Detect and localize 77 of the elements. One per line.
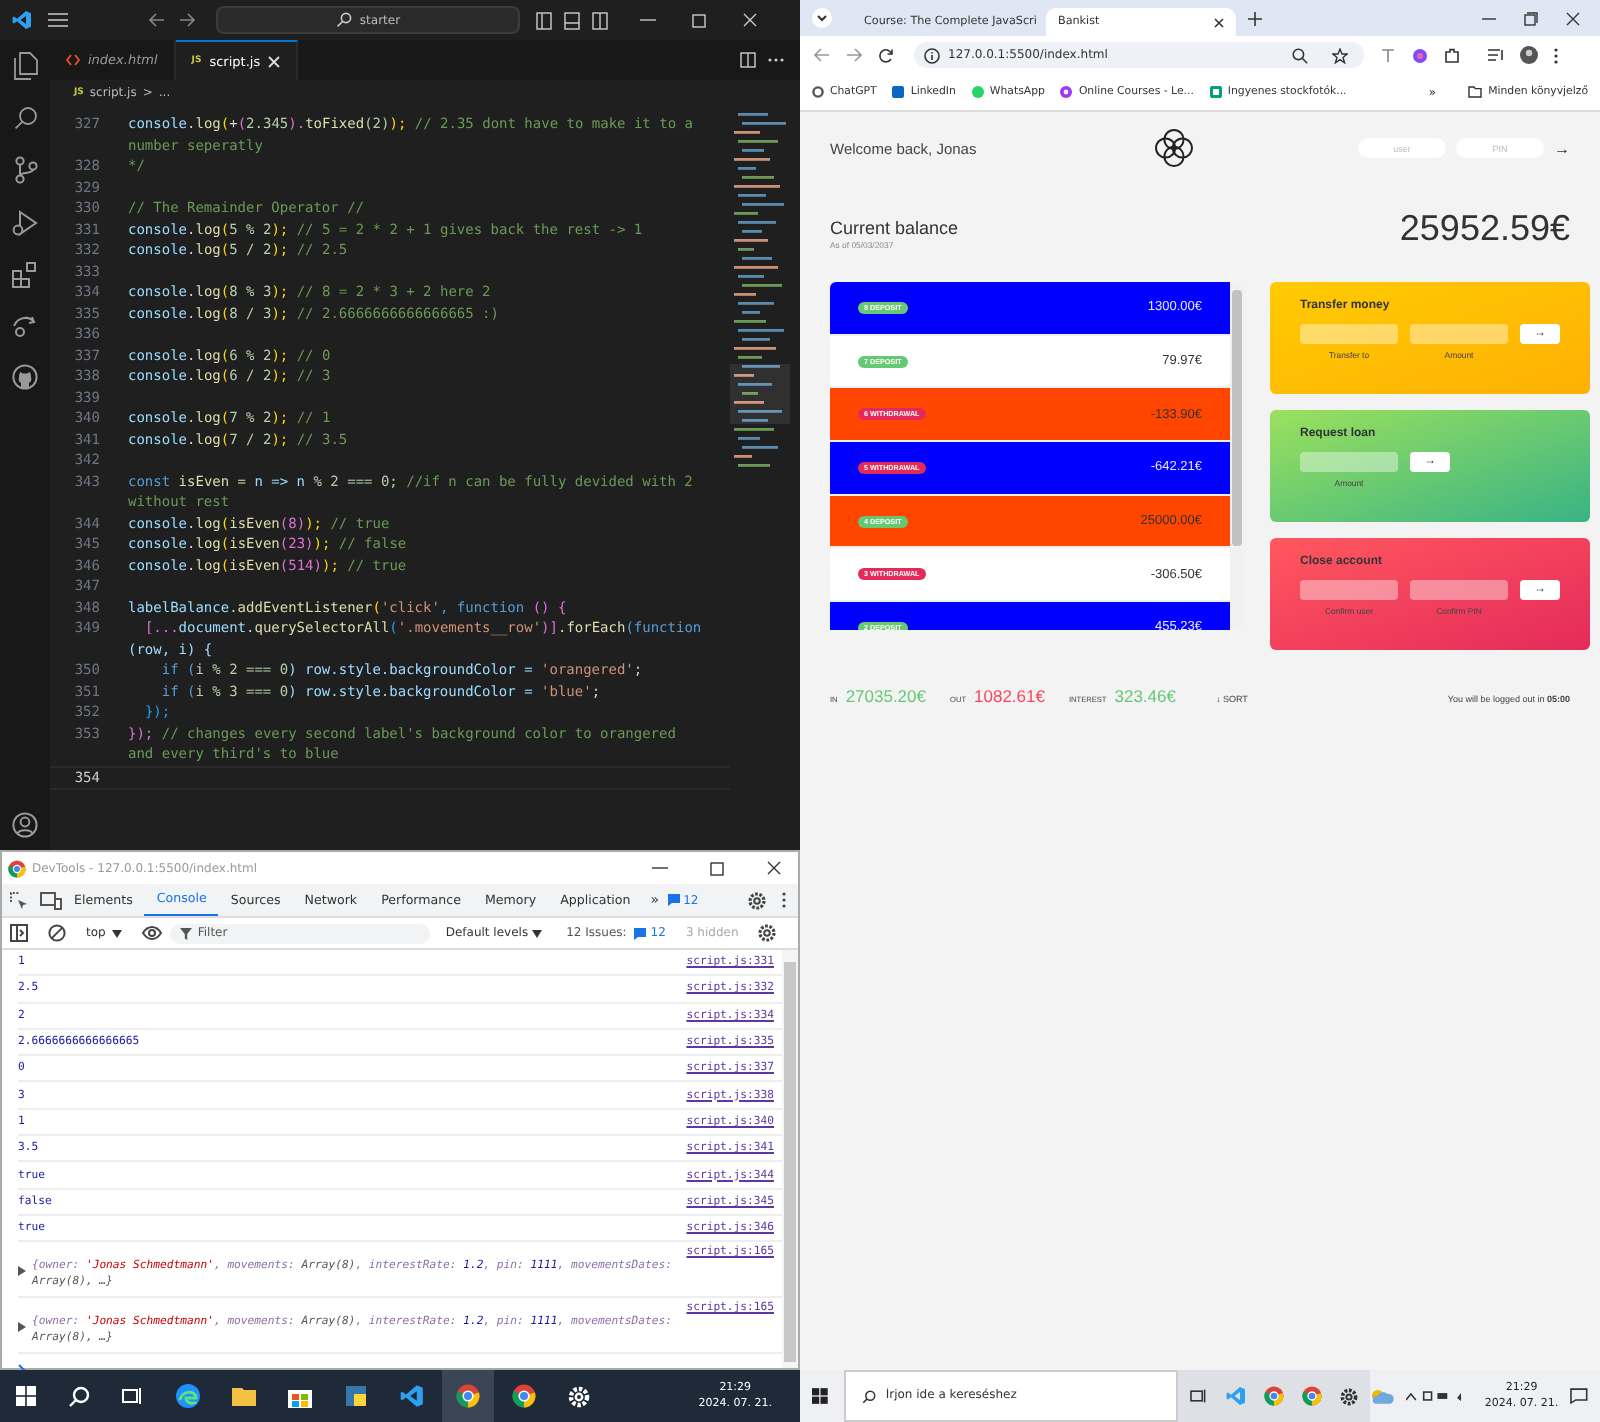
login-button[interactable]: → — [1554, 139, 1570, 157]
task-view-icon[interactable] — [1190, 1388, 1209, 1404]
extension-icon[interactable] — [1412, 47, 1428, 63]
python-icon[interactable] — [344, 1384, 368, 1408]
balance-label: Current balance — [830, 218, 959, 238]
puzzle-icon[interactable] — [1444, 47, 1460, 63]
run-debug-icon[interactable] — [12, 210, 38, 236]
message-icon — [667, 894, 680, 906]
close-icon[interactable] — [1214, 17, 1224, 27]
photo-site-icon — [1209, 86, 1222, 98]
chat-bubble-icon — [971, 86, 984, 98]
search-icon[interactable] — [13, 106, 37, 130]
folder-icon — [1468, 86, 1483, 98]
task-view-icon[interactable] — [122, 1386, 144, 1406]
windows-start-icon[interactable] — [16, 1386, 36, 1406]
store-bag-icon[interactable] — [288, 1385, 312, 1407]
tab-search-icon[interactable] — [812, 8, 832, 28]
summary-value: 323.46€ — [1114, 686, 1176, 706]
close-icon[interactable] — [1566, 11, 1580, 25]
windows-start-icon[interactable] — [812, 1388, 828, 1404]
close-icon[interactable] — [766, 860, 782, 876]
inspect-icon[interactable] — [10, 891, 28, 909]
restore-icon[interactable] — [1524, 11, 1538, 25]
balance-value: 25952.59€ — [1399, 208, 1570, 250]
layout-icon[interactable] — [536, 11, 612, 29]
source-control-icon[interactable] — [13, 156, 37, 184]
files-icon[interactable] — [13, 52, 37, 80]
split-editor-icon[interactable] — [740, 52, 756, 68]
sidebar-toggle-icon[interactable] — [10, 924, 28, 942]
settings-icon[interactable] — [1340, 1387, 1359, 1405]
maximize-icon[interactable] — [710, 861, 724, 875]
chrome-taskbar-button[interactable] — [442, 1370, 494, 1422]
account-icon[interactable] — [12, 812, 38, 838]
menu-icon[interactable] — [48, 12, 68, 28]
profile-icon[interactable] — [1520, 46, 1538, 64]
html-file-icon — [66, 54, 80, 66]
chrome-icon — [456, 1384, 480, 1408]
message-icon — [634, 927, 647, 939]
scrollbar[interactable] — [782, 950, 798, 1368]
new-tab-icon[interactable] — [1248, 11, 1262, 25]
device-toolbar-icon[interactable] — [40, 891, 62, 909]
reload-icon[interactable] — [878, 47, 894, 63]
forward-arrow-icon[interactable] — [178, 12, 196, 28]
star-icon[interactable] — [1332, 47, 1348, 63]
media-icon[interactable] — [1488, 48, 1504, 62]
back-arrow-icon[interactable] — [814, 48, 830, 62]
info-icon — [924, 47, 940, 63]
forward-arrow-icon[interactable] — [846, 48, 862, 62]
chrome-icon[interactable] — [512, 1384, 536, 1408]
github-icon[interactable] — [12, 364, 38, 390]
edge-browser-icon[interactable] — [176, 1384, 200, 1408]
zoom-icon[interactable] — [1292, 47, 1308, 63]
extensions-icon[interactable] — [12, 262, 38, 288]
caret-icon — [111, 929, 122, 937]
linked-square-icon — [892, 86, 905, 98]
logo-icon — [1154, 128, 1194, 168]
clear-console-icon[interactable] — [48, 924, 66, 942]
vscode-icon[interactable] — [400, 1384, 424, 1408]
search-icon — [335, 12, 352, 28]
browser-logo-icon — [8, 859, 26, 877]
search-icon — [861, 1389, 876, 1403]
search-icon[interactable] — [68, 1385, 90, 1407]
site-icon — [1060, 86, 1073, 98]
summary-value: 27035.20€ — [845, 686, 926, 706]
back-arrow-icon[interactable] — [148, 12, 166, 28]
caret-icon — [532, 929, 543, 937]
vscode-logo-icon — [12, 10, 32, 30]
remote-explorer-icon[interactable] — [12, 314, 38, 338]
folder-icon[interactable] — [232, 1386, 256, 1406]
expand-triangle-icon[interactable] — [18, 1266, 26, 1277]
filter-icon — [179, 927, 192, 939]
translate-icon[interactable] — [1380, 47, 1396, 63]
expand-triangle-icon[interactable] — [18, 1322, 26, 1333]
summary-value: 1082.61€ — [974, 686, 1045, 706]
notification-icon[interactable] — [1570, 1388, 1588, 1404]
eye-icon[interactable] — [141, 926, 162, 940]
tray-icons-drawing[interactable] — [1405, 1390, 1465, 1402]
